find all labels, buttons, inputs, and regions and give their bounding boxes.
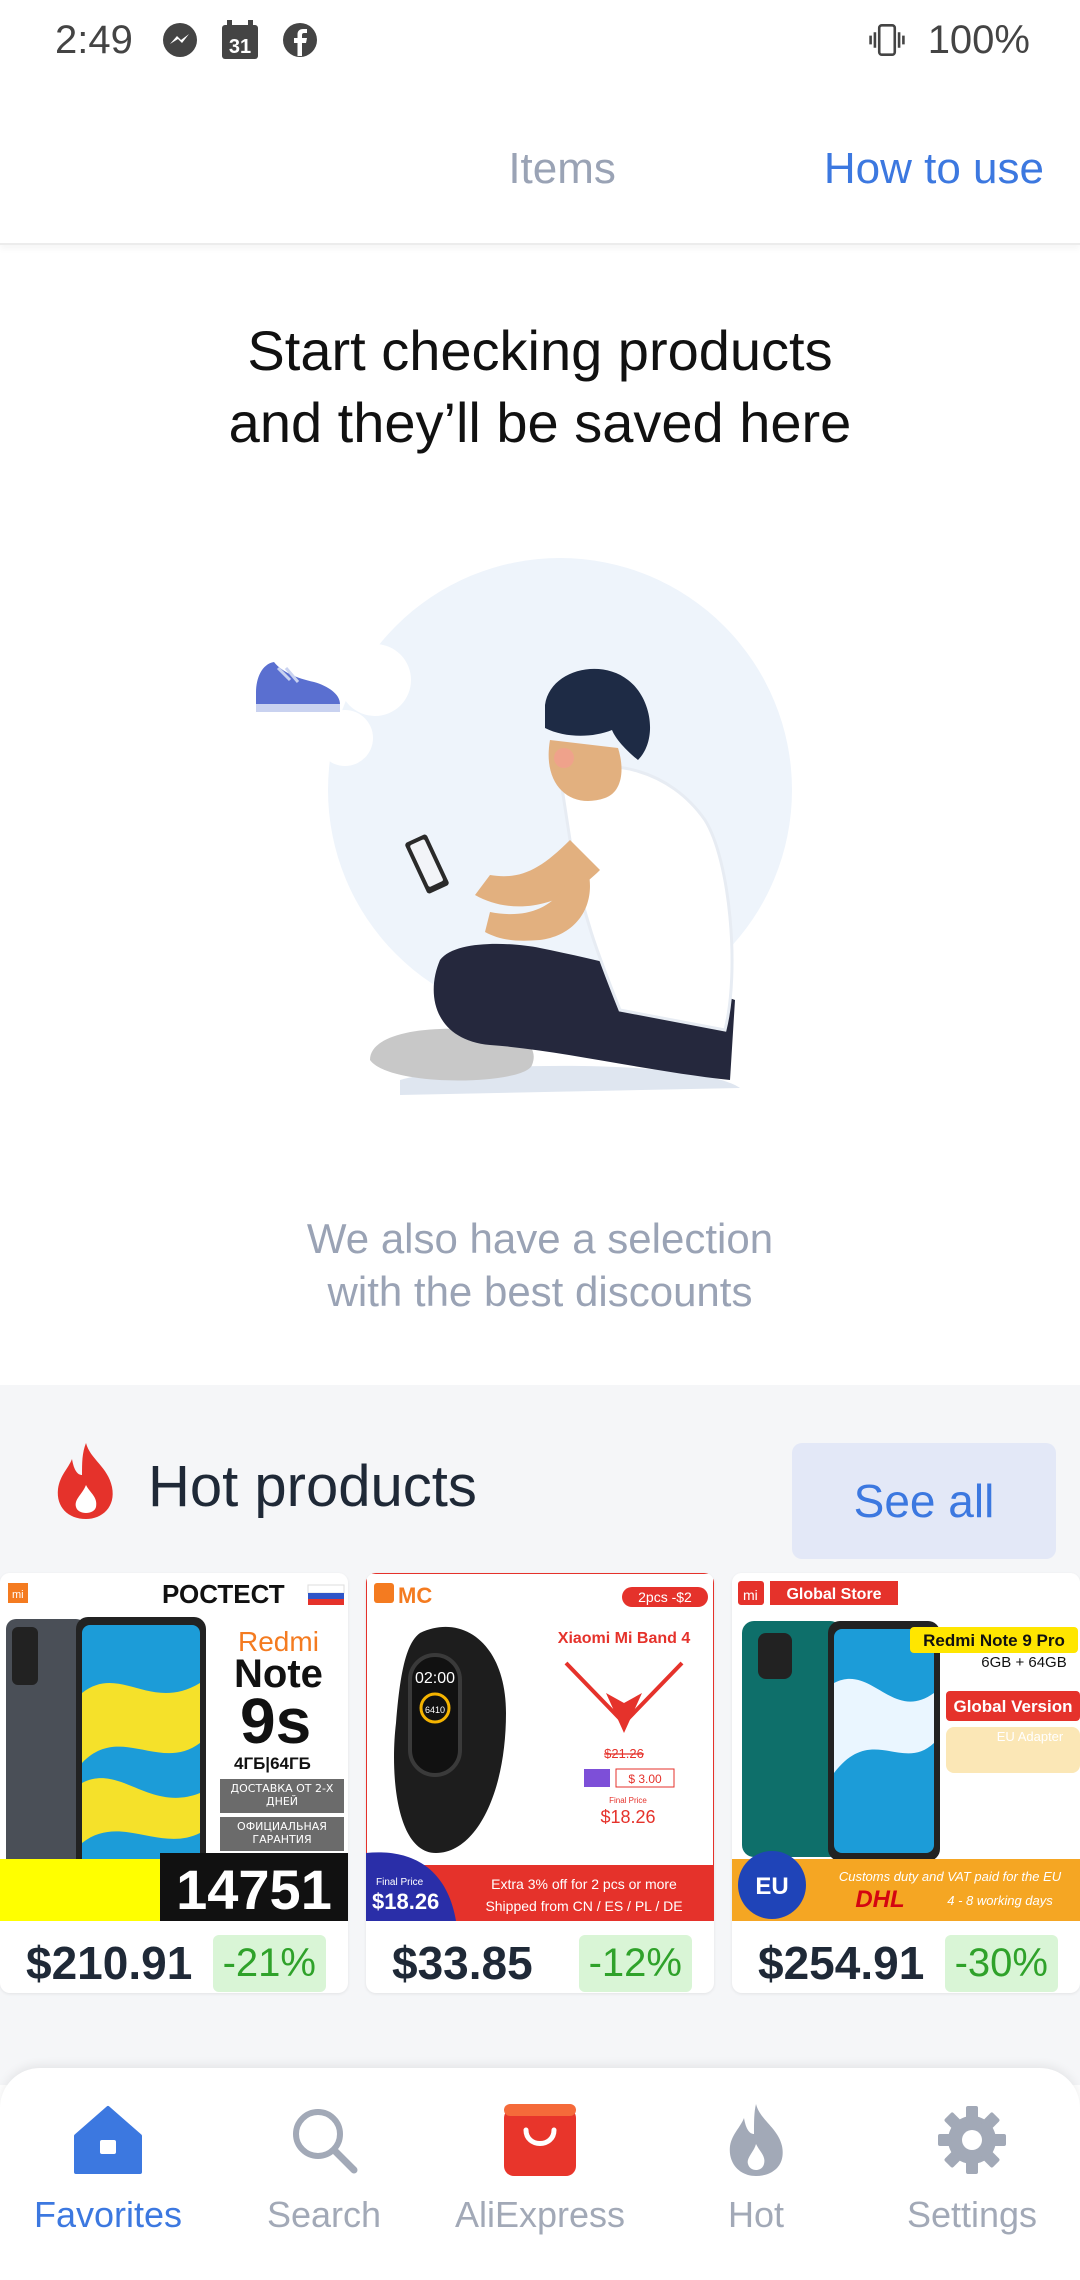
product-image-redmi-note-9-pro: mi Global Store Redmi Note 9 Pro 6GB + 6…: [732, 1573, 1080, 1921]
facebook-icon: [281, 21, 319, 59]
thought-bubble-large: [339, 644, 411, 716]
empty-state-subtitle-line2: with the best discounts: [327, 1268, 753, 1315]
svg-text:Redmi Note 9 Pro: Redmi Note 9 Pro: [923, 1631, 1065, 1650]
empty-state-subtitle-line1: We also have a selection: [306, 1215, 774, 1262]
empty-state-title-line1: Start checking products: [247, 319, 833, 382]
thought-bubble-small: [420, 727, 456, 763]
home-icon: [68, 2100, 148, 2180]
svg-text:9s: 9s: [240, 1685, 311, 1757]
messenger-icon: [161, 21, 199, 59]
flame-icon: [716, 2100, 796, 2180]
thought-bubble-tiny: [456, 760, 476, 780]
product-image-mi-band-4: MC 2pcs -$2 Xiaomi Mi Band 4 02:00 6410 …: [366, 1573, 714, 1921]
svg-text:mi: mi: [12, 1589, 24, 1601]
bottom-navigation: Favorites Search AliExpress Hot Settings: [0, 2068, 1080, 2280]
svg-text:Shipped from CN / ES / PL / DE: Shipped from CN / ES / PL / DE: [485, 1898, 682, 1914]
battery-text: 100%: [927, 17, 1030, 62]
svg-text:MC: MC: [398, 1583, 432, 1608]
nav-aliexpress-label: AliExpress: [454, 2194, 626, 2235]
nav-search-label: Search: [266, 2194, 382, 2235]
svg-text:Extra 3% off for 2 pcs or more: Extra 3% off for 2 pcs or more: [491, 1876, 677, 1892]
product-image-redmi-note-9s: mi РОСТЕСТ Redmi Note 9s 4ГБ|64ГБ ДОСТАВ…: [0, 1573, 348, 1921]
fire-icon: [57, 1443, 113, 1519]
svg-text:Global Version: Global Version: [953, 1697, 1072, 1716]
nav-hot[interactable]: Hot: [648, 2100, 864, 2260]
hot-products-list: mi РОСТЕСТ Redmi Note 9s 4ГБ|64ГБ ДОСТАВ…: [0, 1573, 1080, 1993]
svg-text:$ 3.00: $ 3.00: [628, 1772, 662, 1786]
discount-badge: -12%: [578, 1934, 692, 1992]
empty-state-title-line2: and they’ll be saved here: [228, 391, 852, 454]
see-all-button[interactable]: See all: [792, 1443, 1056, 1559]
hot-products-header: Hot products See all: [0, 1415, 1080, 1559]
status-bar: 2:49 31 100%: [0, 0, 1080, 80]
empty-state-illustration: [256, 558, 792, 1095]
product-card-redmi-note-9-pro[interactable]: mi Global Store Redmi Note 9 Pro 6GB + 6…: [732, 1573, 1080, 1993]
product-price-row: $210.91 -21%: [0, 1933, 348, 1993]
svg-text:$18.26: $18.26: [600, 1807, 655, 1827]
svg-text:02:00: 02:00: [415, 1670, 455, 1687]
vibrate-icon: [868, 21, 906, 59]
tab-items[interactable]: Items: [508, 144, 616, 194]
svg-text:Xiaomi Mi Band 4: Xiaomi Mi Band 4: [558, 1630, 691, 1647]
svg-text:EU: EU: [755, 1873, 788, 1900]
product-code: 14751: [176, 1858, 332, 1921]
svg-text:6410: 6410: [425, 1705, 445, 1715]
nav-settings[interactable]: Settings: [864, 2100, 1080, 2260]
svg-text:Final Price: Final Price: [376, 1877, 424, 1888]
nav-search[interactable]: Search: [216, 2100, 432, 2260]
shoe-icon: [256, 662, 340, 712]
search-icon: [284, 2100, 364, 2180]
hot-products-section: Hot products See all mi РОСТЕСТ Redmi No…: [0, 1385, 1080, 2085]
nav-favorites-label: Favorites: [33, 2194, 183, 2235]
tab-how-to-use[interactable]: How to use: [824, 144, 1044, 194]
empty-state-title: Start checking products and they’ll be s…: [0, 315, 1080, 459]
thought-bubble-medium: [317, 710, 373, 766]
discount-badge: -30%: [944, 1934, 1058, 1992]
svg-text:DHL: DHL: [855, 1886, 904, 1913]
empty-state-subtitle: We also have a selection with the best d…: [0, 1212, 1080, 1318]
aliexpress-icon: [500, 2100, 580, 2180]
status-time: 2:49: [55, 17, 133, 62]
nav-favorites[interactable]: Favorites: [0, 2100, 216, 2260]
product-card-mi-band-4[interactable]: MC 2pcs -$2 Xiaomi Mi Band 4 02:00 6410 …: [366, 1573, 714, 1993]
nav-aliexpress[interactable]: AliExpress: [432, 2100, 648, 2260]
product-price-row: $33.85 -12%: [366, 1933, 714, 1993]
svg-text:4ГБ|64ГБ: 4ГБ|64ГБ: [234, 1754, 311, 1773]
rostest-label: РОСТЕСТ: [162, 1579, 285, 1609]
svg-text:Customs duty and VAT paid for: Customs duty and VAT paid for the EU: [839, 1869, 1062, 1884]
product-price: $254.91: [758, 1937, 925, 1989]
calendar-day: 31: [229, 36, 251, 58]
product-price-row: $254.91 -30%: [732, 1933, 1080, 1993]
product-price: $210.91: [26, 1937, 193, 1989]
status-notification-icons: 31: [161, 20, 319, 59]
gear-icon: [932, 2100, 1012, 2180]
svg-text:6GB + 64GB: 6GB + 64GB: [981, 1654, 1066, 1671]
svg-text:$18.26: $18.26: [372, 1889, 439, 1914]
discount-badge: -21%: [212, 1934, 326, 1992]
nav-hot-label: Hot: [727, 2194, 785, 2235]
svg-text:4 - 8 working days: 4 - 8 working days: [947, 1893, 1053, 1908]
calendar-icon: 31: [221, 20, 259, 59]
top-tab-bar: Items How to use: [0, 95, 1080, 245]
svg-text:Global Store: Global Store: [786, 1586, 881, 1603]
svg-text:mi: mi: [743, 1587, 758, 1603]
nav-settings-label: Settings: [906, 2194, 1038, 2235]
product-price: $33.85: [392, 1937, 533, 1989]
svg-text:2pcs -$2: 2pcs -$2: [638, 1589, 692, 1605]
hot-products-title: Hot products: [148, 1454, 477, 1519]
svg-text:$21.26: $21.26: [604, 1746, 644, 1761]
product-card-redmi-note-9s[interactable]: mi РОСТЕСТ Redmi Note 9s 4ГБ|64ГБ ДОСТАВ…: [0, 1573, 348, 1993]
svg-text:Final Price: Final Price: [609, 1796, 647, 1805]
